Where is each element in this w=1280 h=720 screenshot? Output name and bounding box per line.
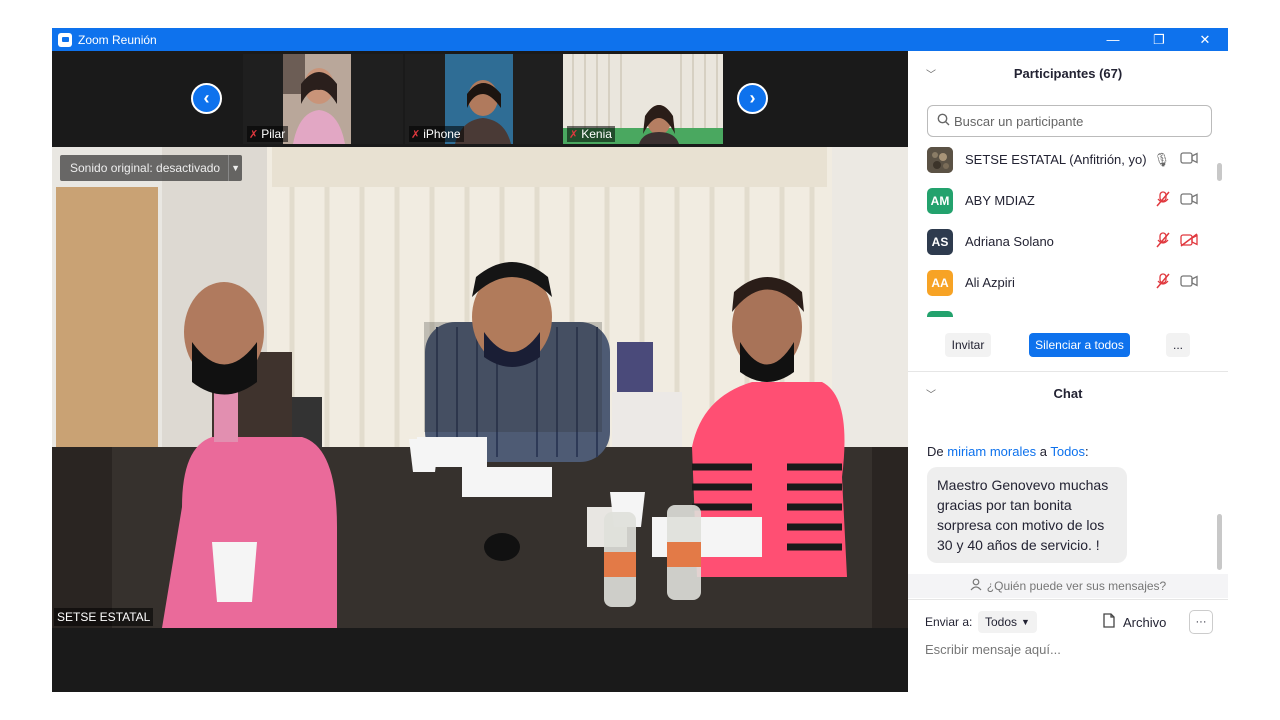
send-to-label: Enviar a: [925,615,973,629]
chat-scrollbar[interactable] [1217,514,1222,570]
participant-controls: 🎙 [1153,152,1198,168]
chat-title: Chat [1053,385,1083,401]
mic-muted-icon: ✗ [569,128,579,141]
window-title: Zoom Reunión [78,32,157,47]
to-word: a [1039,444,1047,459]
mic-muted-icon[interactable] [1156,232,1170,251]
participant-name: Kenia [581,127,612,141]
search-placeholder: Buscar un participante [954,113,1084,129]
close-button[interactable]: ✕ [1182,28,1228,51]
participant-row[interactable] [908,303,1218,317]
header-colon: : [1085,444,1089,459]
thumbnail-kenia[interactable]: ✗ Kenia [563,54,723,144]
prev-page-button[interactable]: ‹ [191,83,222,114]
send-to-value: Todos [985,615,1018,629]
send-to-dropdown[interactable]: Todos ▼ [978,611,1037,633]
mic-muted-icon: ✗ [249,128,259,141]
search-icon [937,113,950,129]
invite-button[interactable]: Invitar [945,333,991,357]
participant-row[interactable]: AM ABY MDIAZ [908,180,1218,221]
participant-controls [1156,273,1198,292]
video-off-icon[interactable] [1180,233,1198,250]
meeting-room-video-feed [52,147,908,628]
participant-row[interactable]: AA Ali Azpiri [908,262,1218,303]
recipient-link[interactable]: Todos [1050,444,1085,459]
avatar [927,310,953,317]
participant-actions: Invitar Silenciar a todos ... [908,333,1228,359]
section-divider [908,371,1228,372]
sender-link[interactable]: miriam morales [947,444,1036,459]
section-divider [908,599,1228,600]
chat-message-input[interactable]: Escribir mensaje aquí... [925,642,1061,657]
participant-name: Adriana Solano [965,234,1054,249]
participants-title: Participantes (67) [1013,65,1123,81]
active-speaker-video: Sonido original: desactivado ▼ SETSE EST… [52,147,908,628]
participant-controls [1156,232,1198,251]
participant-row[interactable]: SETSE ESTATAL (Anfitrión, yo) 🎙 [908,139,1218,180]
chevron-down-icon[interactable]: ▼ [228,155,242,181]
person-icon [970,578,983,594]
video-camera-icon[interactable] [1180,152,1198,167]
chat-send-toolbar: Enviar a: Todos ▼ Archivo ··· [908,608,1228,636]
participant-row[interactable]: AS Adriana Solano [908,221,1218,262]
thumbnail-iphone[interactable]: ✗ iPhone [405,54,565,144]
participant-name: Ali Azpiri [965,275,1015,290]
mic-muted-icon[interactable] [1156,273,1170,292]
avatar [927,146,953,173]
from-prefix: De [927,444,944,459]
file-button[interactable]: Archivo [1103,611,1166,633]
chat-more-button[interactable]: ··· [1189,610,1213,634]
avatar: AS [927,228,953,255]
thumbnail-pilar[interactable]: ✗ Pilar [243,54,403,144]
participants-header: ﹀ Participantes (67) [908,53,1228,93]
chat-message-header: De miriam morales a Todos: [927,444,1089,459]
mic-muted-icon[interactable] [1156,191,1170,210]
chevron-down-icon: ▼ [1021,617,1030,627]
participant-controls [1156,191,1198,210]
restore-button[interactable]: ❐ [1136,28,1182,51]
file-label: Archivo [1123,614,1167,630]
participant-name: ABY MDIAZ [965,193,1035,208]
thumbnail-name-tag: ✗ iPhone [409,126,464,142]
chat-header: ﹀ Chat [908,373,1228,413]
next-page-button[interactable]: › [737,83,768,114]
participant-list: SETSE ESTATAL (Anfitrión, yo) 🎙 AM ABY M… [908,139,1218,317]
collapse-chevron-icon[interactable]: ﹀ [926,66,936,81]
thumbnail-strip: ‹ ✗ Pilar ✗ iPhone ✗ Kenia › [52,51,908,147]
zoom-window: Zoom Reunión — ❐ ✕ ‹ ✗ Pilar ✗ iPhone ✗ … [52,28,1228,692]
thumbnail-name-tag: ✗ Kenia [567,126,615,142]
avatar: AA [927,269,953,296]
participant-search-input[interactable]: Buscar un participante [927,105,1212,137]
participant-name: Pilar [261,127,286,141]
thumbnail-name-tag: ✗ Pilar [247,126,289,142]
video-area: ‹ ✗ Pilar ✗ iPhone ✗ Kenia › Sonido orig… [52,51,908,692]
original-sound-button[interactable]: Sonido original: desactivado ▼ [60,155,243,181]
participant-name: iPhone [423,127,461,141]
active-speaker-name: SETSE ESTATAL [54,608,154,626]
microphone-icon[interactable]: 🎙 [1153,152,1170,168]
minimize-button[interactable]: — [1090,28,1136,51]
video-camera-icon[interactable] [1180,193,1198,208]
message-visibility-bar[interactable]: ¿Quién puede ver sus mensajes? [908,574,1228,598]
video-camera-icon[interactable] [1180,275,1198,290]
zoom-app-icon [58,32,72,47]
window-controls: — ❐ ✕ [1090,28,1228,51]
mic-muted-icon: ✗ [411,128,421,141]
participant-list-scrollbar[interactable] [1217,163,1222,181]
collapse-chevron-icon[interactable]: ﹀ [926,386,936,401]
original-sound-label: Sonido original: desactivado [70,161,221,175]
mute-all-button[interactable]: Silenciar a todos [1029,333,1130,357]
title-bar: Zoom Reunión — ❐ ✕ [52,28,1228,51]
more-options-button[interactable]: ... [1166,333,1190,357]
visibility-label: ¿Quién puede ver sus mensajes? [986,579,1167,593]
side-panel: ﹀ Participantes (67) Buscar un participa… [908,51,1228,692]
chat-message-bubble: Maestro Genovevo muchas gracias por tan … [927,467,1127,563]
participant-name: SETSE ESTATAL (Anfitrión, yo) [965,152,1147,167]
file-icon [1103,613,1115,631]
avatar: AM [927,187,953,214]
